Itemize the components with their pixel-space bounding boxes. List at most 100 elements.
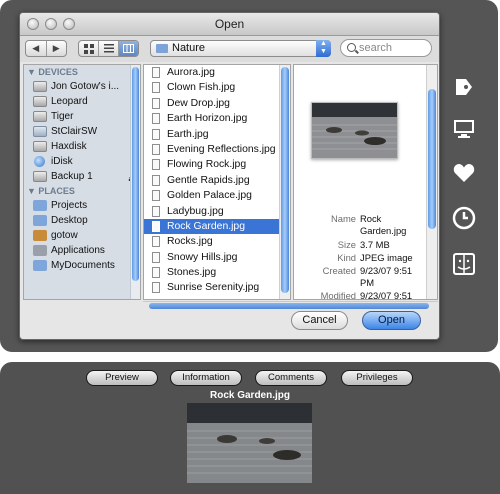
sidebar-item[interactable]: Jon Gotow's i... [24,79,140,94]
image-file-icon [152,67,160,78]
heart-icon[interactable] [450,162,478,190]
document-tag-icon[interactable] [450,76,478,104]
location-popup[interactable]: Nature ▲ ▼ [150,40,331,57]
forward-button[interactable]: ▶ [47,41,67,56]
sidebar-item[interactable]: iDisk [24,154,140,169]
sidebar-item[interactable]: Projects [24,198,140,213]
file-row[interactable]: Aurora.jpg [144,65,290,80]
hard-drive-icon [33,141,47,152]
preview-scrollbar[interactable] [426,65,437,299]
file-name: Rocks.jpg [167,236,213,248]
image-file-icon [152,190,160,202]
image-file-icon [152,282,160,294]
sidebar-item-label: Projects [51,200,88,211]
file-row[interactable]: Flowing Rock.jpg [144,157,290,172]
list-lines-icon [103,44,114,53]
back-button[interactable]: ◀ [26,41,47,56]
image-file-icon [152,220,160,232]
popup-arrows-icon: ▲ ▼ [316,40,331,57]
columns-icon [123,44,134,53]
file-row[interactable]: Earth.jpg [144,127,290,142]
places-header: ▼ PLACES [27,186,75,196]
preview-created-line2: PM [360,277,375,288]
file-name: Snowy Hills.jpg [167,251,238,263]
sidebar-item[interactable]: Leopard [24,94,140,109]
file-name: Flowing Rock.jpg [167,159,247,171]
image-file-icon [152,174,160,186]
desktop-icon [33,215,47,226]
sidebar-item[interactable]: gotow [24,228,140,243]
preview-thumbnail [311,102,398,159]
sidebar-scroll-thumb[interactable] [132,67,139,281]
search-field[interactable]: search [340,39,432,57]
folder-icon [33,260,47,271]
finder-icon[interactable] [450,252,478,280]
sidebar-item[interactable]: MyDocuments [24,258,140,273]
sidebar-item-label: Tiger [51,111,74,122]
monitor-icon[interactable] [450,118,478,146]
file-row[interactable]: Golden Palace.jpg [144,188,290,203]
tab-preview[interactable]: Preview [86,370,158,386]
sidebar-item[interactable]: Desktop [24,213,140,228]
file-row[interactable]: Stones.jpg [144,265,290,280]
sidebar-scrollbar[interactable] [130,65,140,299]
image-file-icon [152,97,160,109]
window-title: Open [214,17,245,31]
file-row[interactable]: Snowy Hills.jpg [144,250,290,265]
sidebar-item-label: Leopard [51,96,88,107]
sidebar-item[interactable]: Backup 1⏏ [24,169,140,184]
sidebar-item[interactable]: Haxdisk [24,139,140,154]
preview-scroll-thumb[interactable] [428,89,436,229]
file-row[interactable]: Dew Drop.jpg [144,96,290,111]
file-name: Sunrise Serenity.jpg [167,282,260,294]
column-view-button[interactable] [119,41,138,56]
open-button[interactable]: Open [362,311,421,330]
file-name: Aurora.jpg [167,67,215,78]
cancel-button[interactable]: Cancel [291,311,348,330]
file-name: Earth Horizon.jpg [167,113,248,125]
idisk-icon [34,156,45,167]
tab-comments[interactable]: Comments [255,370,327,386]
preview-column: Name Rock Garden.jpg Size 3.7 MB Kind JPEG … [293,64,438,300]
hard-drive-icon [33,171,47,182]
search-placeholder: search [359,42,393,54]
file-row[interactable]: Clown Fish.jpg [144,80,290,95]
back-forward-control: ◀ ▶ [25,40,67,57]
location-label: Nature [172,42,206,54]
view-mode-control [78,40,139,57]
sidebar-item-label: StClairSW [51,126,98,137]
icon-grid-icon [83,43,94,54]
file-row[interactable]: Sunrise Serenity.jpg [144,280,290,295]
file-name: Dew Drop.jpg [167,97,230,109]
home-icon [33,230,47,241]
folder-icon [156,44,168,53]
horizontal-scrollbar[interactable] [143,301,438,311]
file-row[interactable]: Rocks.jpg [144,234,290,249]
clock-icon[interactable] [450,206,478,234]
image-file-icon [152,128,160,140]
file-row[interactable]: Gentle Rapids.jpg [144,173,290,188]
search-icon [347,43,356,52]
file-row[interactable]: Ladybug.jpg [144,204,290,219]
sidebar-item-label: Haxdisk [51,141,87,152]
sidebar-item[interactable]: Applications [24,243,140,258]
horizontal-scroll-thumb[interactable] [149,303,429,309]
file-row[interactable]: Evening Reflections.jpg [144,142,290,157]
list-view-button[interactable] [99,41,119,56]
preview-name-line2: Garden.jpg [360,225,407,236]
sidebar-item[interactable]: Tiger [24,109,140,124]
tab-privileges[interactable]: Privileges [341,370,413,386]
applications-icon [33,245,47,256]
image-file-icon [152,82,160,94]
image-file-icon [152,205,160,217]
network-drive-icon [33,126,47,137]
sidebar-item[interactable]: StClairSW [24,124,140,139]
tab-information[interactable]: Information [170,370,242,386]
file-row[interactable]: Earth Horizon.jpg [144,111,290,126]
sidebar-item-label: Desktop [51,215,88,226]
icon-view-button[interactable] [79,41,99,56]
file-list-scroll-thumb[interactable] [281,67,289,293]
file-list-scrollbar[interactable] [279,65,290,299]
toolbar: ◀ ▶ Nature ▲ ▼ search [20,36,439,62]
file-row[interactable]: Rock Garden.jpg [144,218,290,235]
